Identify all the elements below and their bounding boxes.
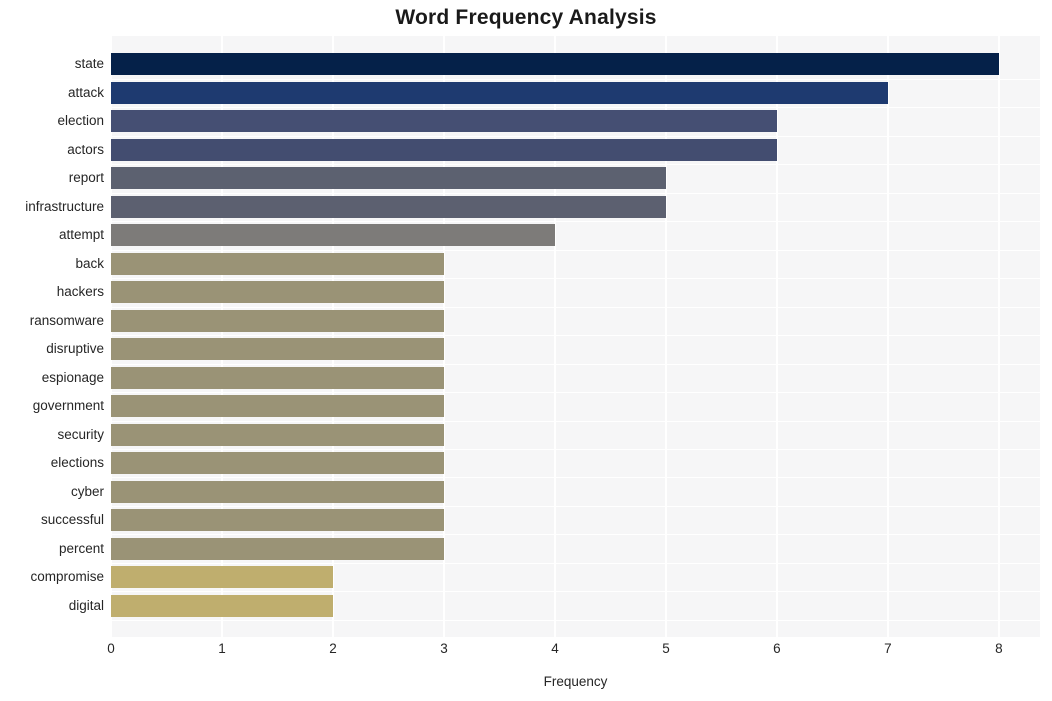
- x-axis-tick-label: 6: [773, 641, 781, 656]
- bar[interactable]: [111, 423, 444, 446]
- x-axis-tick-label: 3: [440, 641, 448, 656]
- bar[interactable]: [111, 110, 777, 133]
- y-axis-tick-label: percent: [58, 540, 104, 556]
- bar[interactable]: [111, 480, 444, 503]
- y-axis-tick-label: back: [75, 255, 104, 271]
- bar[interactable]: [111, 366, 444, 389]
- gridline-horizontal: [111, 79, 1040, 81]
- bar[interactable]: [111, 566, 333, 589]
- x-axis-tick-label: 0: [107, 641, 115, 656]
- bar[interactable]: [111, 138, 777, 161]
- gridline-horizontal: [111, 591, 1040, 593]
- gridline-vertical: [887, 36, 889, 637]
- gridline-horizontal: [111, 221, 1040, 223]
- y-axis-tick-label: ransomware: [29, 312, 104, 328]
- bar[interactable]: [111, 53, 999, 76]
- y-axis-tick-label: attempt: [58, 227, 104, 243]
- gridline-horizontal: [111, 421, 1040, 423]
- gridline-horizontal: [111, 477, 1040, 479]
- x-axis-label: Frequency: [543, 674, 608, 689]
- gridline-horizontal: [111, 307, 1040, 309]
- bar[interactable]: [111, 537, 444, 560]
- y-axis-tick-label: cyber: [70, 483, 104, 499]
- y-axis-tick-label: digital: [68, 597, 104, 613]
- bar[interactable]: [111, 309, 444, 332]
- gridline-horizontal: [111, 449, 1040, 451]
- y-axis-tick-label: report: [68, 170, 104, 186]
- y-axis-tick-label: successful: [40, 512, 104, 528]
- bar[interactable]: [111, 452, 444, 475]
- gridline-horizontal: [111, 107, 1040, 109]
- y-axis-tick-label: attack: [67, 84, 104, 100]
- bar[interactable]: [111, 509, 444, 532]
- bar[interactable]: [111, 81, 888, 104]
- y-axis-tick-label: compromise: [30, 569, 104, 585]
- y-axis-tick-label: hackers: [56, 284, 104, 300]
- bar[interactable]: [111, 338, 444, 361]
- x-axis-tick-label: 2: [329, 641, 337, 656]
- gridline-horizontal: [111, 563, 1040, 565]
- gridline-horizontal: [111, 278, 1040, 280]
- bar[interactable]: [111, 395, 444, 418]
- bar[interactable]: [111, 167, 666, 190]
- bar[interactable]: [111, 195, 666, 218]
- y-axis-tick-label: disruptive: [46, 341, 104, 357]
- gridline-horizontal: [111, 364, 1040, 366]
- chart-figure: Word Frequency Analysis state attack elect…: [0, 0, 1052, 701]
- gridline-horizontal: [111, 534, 1040, 536]
- x-axis-tick-label: 8: [995, 641, 1003, 656]
- plot-area: [111, 36, 1040, 637]
- gridline-horizontal: [111, 392, 1040, 394]
- y-axis-tick-label: security: [57, 426, 104, 442]
- x-axis-tick-label: 5: [662, 641, 670, 656]
- x-axis-tick-labels: 0 1 2 3 4 5 6 7 8: [0, 641, 1052, 663]
- x-axis-tick-label: 7: [884, 641, 892, 656]
- y-axis-tick-label: election: [57, 113, 104, 129]
- y-axis-tick-label: actors: [67, 141, 104, 157]
- gridline-horizontal: [111, 164, 1040, 166]
- x-axis-tick-label: 1: [218, 641, 226, 656]
- x-axis-tick-label: 4: [551, 641, 559, 656]
- gridline-horizontal: [111, 335, 1040, 337]
- gridline-horizontal: [111, 506, 1040, 508]
- y-axis-tick-labels: state attack election actors report infrastru…: [0, 36, 104, 637]
- y-axis-tick-label: espionage: [41, 369, 104, 385]
- gridline-horizontal: [111, 136, 1040, 138]
- bar[interactable]: [111, 224, 555, 247]
- bar[interactable]: [111, 594, 333, 617]
- y-axis-tick-label: state: [74, 56, 104, 72]
- y-axis-tick-label: elections: [50, 455, 104, 471]
- bar[interactable]: [111, 281, 444, 304]
- gridline-vertical: [998, 36, 1000, 637]
- gridline-horizontal: [111, 620, 1040, 622]
- bar[interactable]: [111, 252, 444, 275]
- y-axis-tick-label: infrastructure: [25, 198, 104, 214]
- gridline-horizontal: [111, 193, 1040, 195]
- gridline-horizontal: [111, 250, 1040, 252]
- y-axis-tick-label: government: [32, 398, 104, 414]
- chart-title: Word Frequency Analysis: [395, 6, 657, 29]
